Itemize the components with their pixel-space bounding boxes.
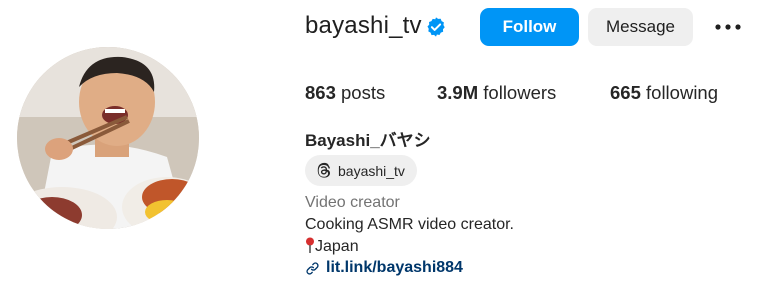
profile-category: Video creator [305,194,400,211]
posts-label: posts [341,82,386,103]
following-count: 665 [610,82,641,103]
bio-line-2: Japan [305,237,359,256]
threads-badge[interactable]: bayashi_tv [305,155,417,186]
threads-handle: bayashi_tv [338,162,405,179]
profile-avatar[interactable] [17,47,199,229]
threads-icon [317,162,331,178]
username: bayashi_tv [305,12,422,39]
link-icon [306,261,319,275]
posts-count: 863 [305,82,336,103]
message-button[interactable]: Message [588,8,693,46]
bio-line-1: Cooking ASMR video creator. [305,216,514,233]
following-stat[interactable]: 665 following [610,82,718,104]
followers-count: 3.9M [437,82,479,103]
verified-badge-icon [427,17,445,37]
profile-link[interactable]: lit.link/bayashi884 [305,259,463,277]
follow-button[interactable]: Follow [480,8,579,46]
map-pin-icon [306,237,314,253]
followers-label: followers [483,82,557,103]
profile-link-text: lit.link/bayashi884 [326,259,463,276]
followers-stat[interactable]: 3.9M followers [437,82,556,104]
more-options-icon[interactable] [713,17,743,37]
posts-stat: 863 posts [305,82,385,104]
avatar-image [17,47,199,229]
display-name: Bayashi_バヤシ [305,131,431,150]
following-label: following [646,82,719,103]
bio-location: Japan [315,238,359,255]
